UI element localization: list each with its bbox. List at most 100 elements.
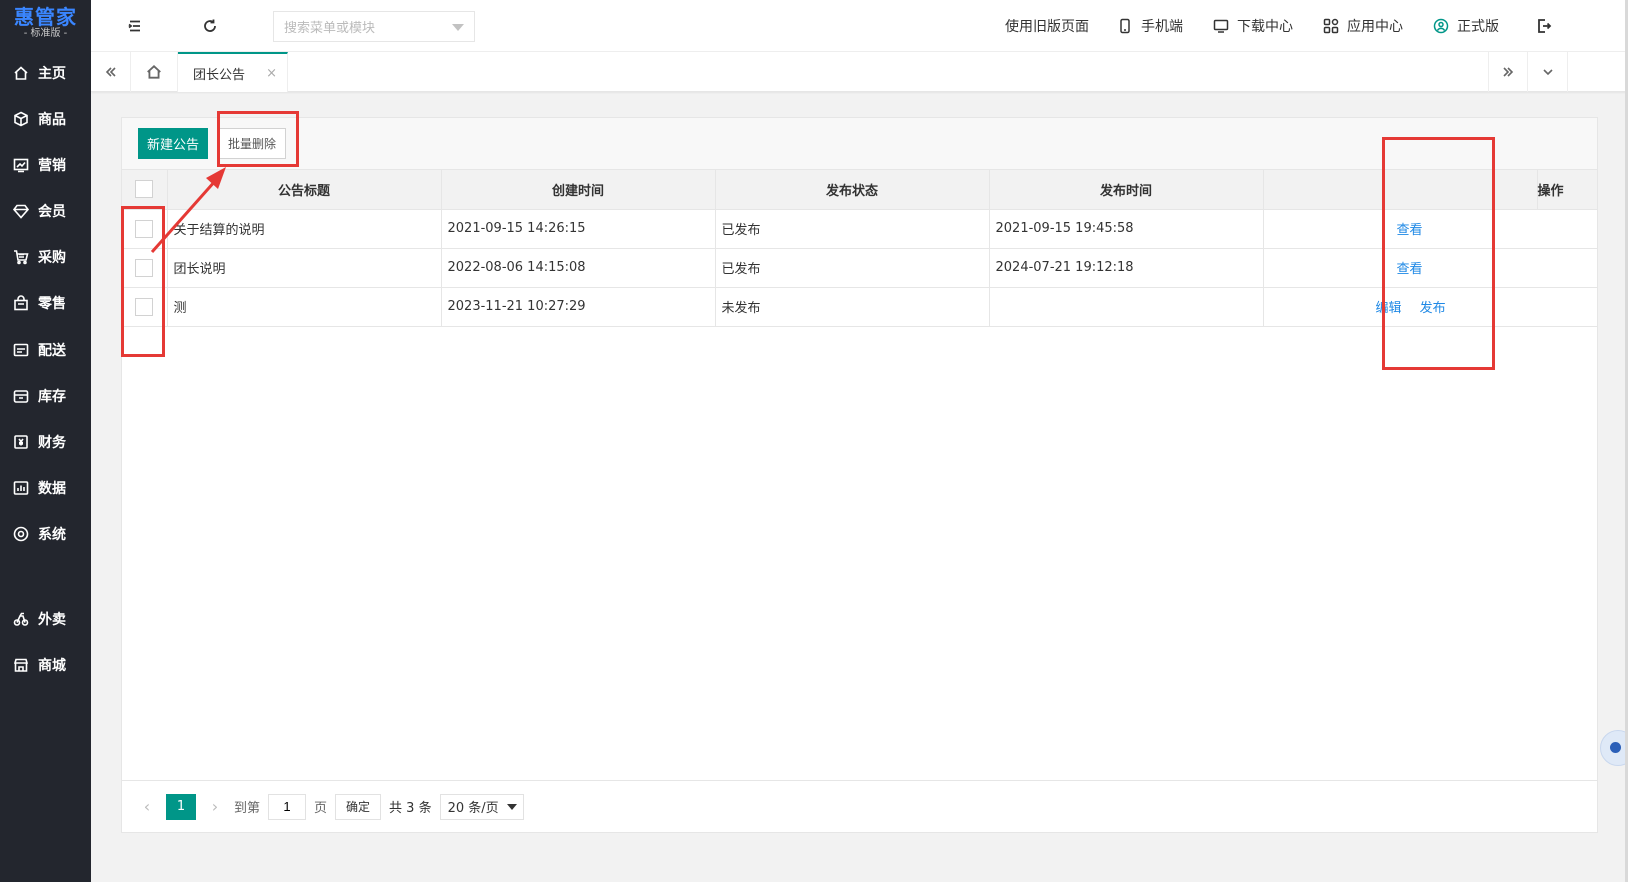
goto-confirm-button[interactable]: 确定 <box>335 793 382 820</box>
sidebar-item-label: 配送 <box>38 343 66 359</box>
close-icon[interactable]: × <box>266 66 277 81</box>
row-checkbox[interactable] <box>135 297 154 316</box>
sidebar-item-mall[interactable]: 商城 <box>0 650 91 680</box>
sidebar-item-data[interactable]: 数据 <box>0 473 91 503</box>
app-center-link[interactable]: 应用中心 <box>1323 0 1403 52</box>
publish-link[interactable]: 发布 <box>1420 301 1446 316</box>
column-header-published[interactable]: 发布时间 <box>989 170 1264 210</box>
bike-icon <box>13 611 29 627</box>
sidebar-item-finance[interactable]: 财务 <box>0 427 91 457</box>
new-notice-button[interactable]: 新建公告 <box>138 128 208 159</box>
sidebar-item-label: 库存 <box>38 389 66 405</box>
column-header-created[interactable]: 创建时间 <box>441 170 716 210</box>
sidebar-item-home[interactable]: 主页 <box>0 58 91 88</box>
goto-page-input[interactable] <box>268 793 307 820</box>
tab-team-notice[interactable]: 团长公告 × <box>178 52 288 92</box>
sidebar-item-system[interactable]: 系统 <box>0 519 91 549</box>
table-header-row: 公告标题 创建时间 发布状态 发布时间 操作 <box>122 170 1597 210</box>
row-checkbox[interactable] <box>135 219 154 238</box>
app-center-label: 应用中心 <box>1347 19 1403 35</box>
logo-subtitle: - 标准版 - <box>23 28 68 39</box>
column-header-status[interactable]: 发布状态 <box>715 170 990 210</box>
content-panel: 新建公告 批量删除 公告标题 创建时间 发布状态 发布时间 操作 关于结算的说明… <box>121 117 1598 833</box>
money-icon <box>13 434 29 450</box>
cell-status: 已发布 <box>715 209 990 249</box>
page-size-select[interactable]: 20 条/页 <box>439 793 524 820</box>
table-row: 测 2023-11-21 10:27:29 未发布 编辑 发布 <box>122 287 1597 327</box>
row-checkbox-cell <box>122 248 168 288</box>
cart-icon <box>13 249 29 265</box>
table-row: 关于结算的说明 2021-09-15 14:26:15 已发布 2021-09-… <box>122 209 1597 249</box>
chevron-down-icon <box>506 803 517 810</box>
next-page-icon[interactable]: › <box>204 797 226 816</box>
sidebar-item-inventory[interactable]: 库存 <box>0 381 91 411</box>
cell-status: 未发布 <box>715 287 990 327</box>
pagination: ‹ 1 › 到第 页 确定 共 3 条 20 条/页 <box>122 780 1597 832</box>
view-link[interactable]: 查看 <box>1397 223 1423 238</box>
cell-created: 2022-08-06 14:15:08 <box>441 248 716 288</box>
tab-menu-dropdown[interactable] <box>1528 52 1568 92</box>
goto-label: 到第 <box>234 801 261 816</box>
double-chevron-right-icon <box>1503 67 1514 77</box>
sidebar-item-label: 商品 <box>38 112 66 128</box>
search-input[interactable]: 搜索菜单或模块 <box>273 11 475 42</box>
mobile-link[interactable]: 手机端 <box>1117 0 1183 52</box>
column-header-ops: 操作 <box>1537 170 1597 210</box>
shop-icon <box>13 657 29 673</box>
row-checkbox[interactable] <box>135 258 154 277</box>
home-icon <box>13 65 29 81</box>
tab-scroll-right[interactable] <box>1488 52 1528 92</box>
floating-assistant-button[interactable] <box>1600 730 1628 766</box>
cell-created: 2023-11-21 10:27:29 <box>441 287 716 327</box>
sidebar: 惠管家 - 标准版 - 主页 商品 营销 会员 采购 零售 配送 库存 财务 数… <box>0 0 91 882</box>
cell-ops: 查看 <box>1263 248 1597 288</box>
sidebar-item-goods[interactable]: 商品 <box>0 104 91 134</box>
version-label: 正式版 <box>1457 19 1499 35</box>
sidebar-item-label: 系统 <box>38 527 66 543</box>
cell-ops: 编辑 发布 <box>1263 287 1597 327</box>
logout-icon[interactable] <box>1534 16 1554 36</box>
batch-delete-button[interactable]: 批量删除 <box>218 128 286 159</box>
user-icon <box>1433 18 1449 34</box>
tab-scroll-left[interactable] <box>91 52 131 92</box>
view-link[interactable]: 查看 <box>1397 262 1423 277</box>
sidebar-item-takeout[interactable]: 外卖 <box>0 604 91 634</box>
download-center-link[interactable]: 下载中心 <box>1213 0 1293 52</box>
old-page-link[interactable]: 使用旧版页面 <box>1005 0 1089 52</box>
sidebar-item-member[interactable]: 会员 <box>0 196 91 226</box>
home-icon <box>147 65 161 79</box>
total-count: 共 3 条 <box>389 801 432 816</box>
diamond-icon <box>13 203 29 219</box>
version-link[interactable]: 正式版 <box>1433 0 1499 52</box>
select-all-checkbox[interactable] <box>135 180 154 199</box>
sidebar-item-purchase[interactable]: 采购 <box>0 242 91 272</box>
mobile-label: 手机端 <box>1141 19 1183 35</box>
table-row: 团长说明 2022-08-06 14:15:08 已发布 2024-07-21 … <box>122 248 1597 288</box>
page-size-value: 20 条/页 <box>447 801 499 816</box>
download-label: 下载中心 <box>1237 19 1293 35</box>
cell-title: 关于结算的说明 <box>167 209 442 249</box>
prev-page-icon[interactable]: ‹ <box>136 797 158 816</box>
table-toolbar: 新建公告 批量删除 <box>122 118 1597 170</box>
cell-status: 已发布 <box>715 248 990 288</box>
search-placeholder: 搜索菜单或模块 <box>284 21 376 36</box>
sidebar-item-label: 商城 <box>38 658 66 674</box>
logo: 惠管家 - 标准版 - <box>0 0 91 46</box>
sidebar-item-marketing[interactable]: 营销 <box>0 150 91 180</box>
chevron-down-icon <box>452 24 464 31</box>
tab-home[interactable] <box>131 52 178 92</box>
cell-published: 2021-09-15 19:45:58 <box>989 209 1264 249</box>
current-page[interactable]: 1 <box>166 793 196 820</box>
cell-created: 2021-09-15 14:26:15 <box>441 209 716 249</box>
bar-chart-icon <box>13 480 29 496</box>
sidebar-item-delivery[interactable]: 配送 <box>0 335 91 365</box>
sidebar-item-retail[interactable]: 零售 <box>0 288 91 318</box>
logo-title: 惠管家 <box>14 5 77 29</box>
refresh-icon[interactable] <box>200 16 220 36</box>
chart-icon <box>13 157 29 173</box>
warehouse-icon <box>13 388 29 404</box>
menu-toggle-icon[interactable] <box>125 16 145 36</box>
edit-link[interactable]: 编辑 <box>1376 301 1402 316</box>
phone-icon <box>1120 18 1130 34</box>
column-header-title[interactable]: 公告标题 <box>167 170 442 210</box>
